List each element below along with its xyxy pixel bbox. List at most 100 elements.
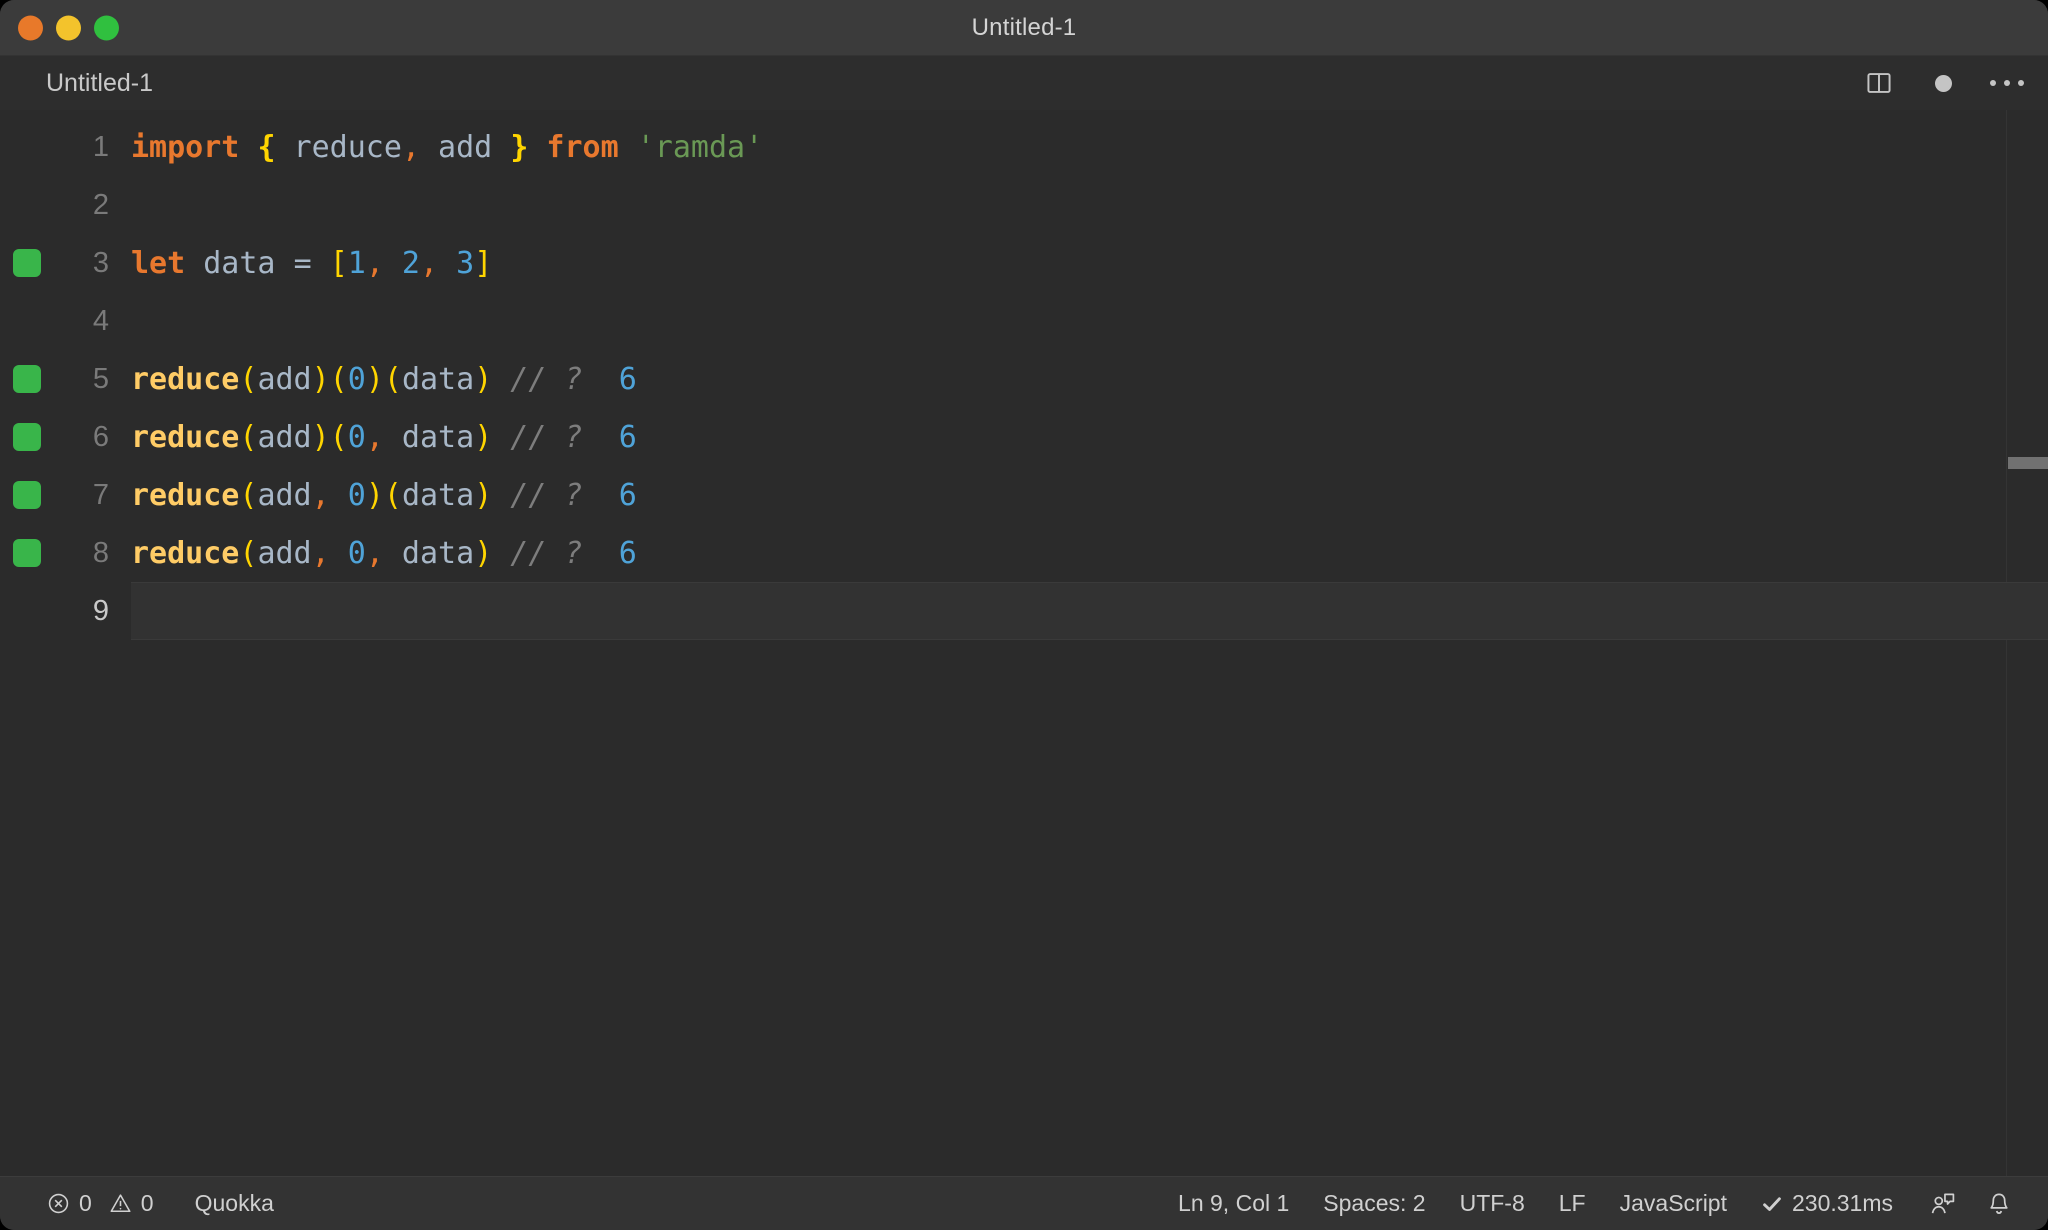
line-content[interactable]: reduce(add, 0)(data) // ? 6 — [131, 466, 2048, 524]
quokka-value: 6 — [618, 477, 637, 513]
more-actions-icon[interactable] — [1990, 68, 2024, 98]
window-controls — [18, 15, 119, 40]
token-number-1: 1 — [347, 245, 366, 281]
quokka-coverage-marker — [13, 423, 41, 451]
token-function-reduce: reduce — [131, 361, 240, 397]
token-comment: // ? — [492, 535, 583, 571]
token-comma: , — [311, 477, 330, 513]
token-arg-zero: 0 — [329, 535, 366, 571]
token-function-reduce: reduce — [131, 477, 240, 513]
tab-untitled-1[interactable]: Untitled-1 — [0, 56, 179, 110]
token-arg-zero: 0 — [347, 419, 366, 455]
quokka-status[interactable]: Quokka — [171, 1177, 291, 1230]
tab-bar: Untitled-1 — [0, 56, 2048, 110]
token-operator-eq: = — [293, 245, 330, 281]
encoding-label: UTF-8 — [1459, 1190, 1525, 1216]
token-keyword-let: let — [131, 245, 186, 281]
token-comment: // ? — [492, 419, 583, 455]
token-paren: )( — [365, 477, 402, 513]
line-content[interactable] — [131, 582, 2048, 640]
quokka-coverage-marker — [13, 539, 41, 567]
token-id-reduce: reduce — [275, 129, 402, 165]
token-comment: // ? — [492, 477, 583, 513]
line-content[interactable] — [131, 176, 2048, 234]
eol-label: LF — [1558, 1190, 1586, 1216]
quokka-coverage-marker — [13, 249, 41, 277]
line-content[interactable]: reduce(add)(0, data) // ? 6 — [131, 408, 2048, 466]
token-paren: ( — [239, 361, 258, 397]
line-content[interactable]: let data = [1, 2, 3] — [131, 234, 2048, 292]
token-paren: ( — [239, 419, 258, 455]
code-line[interactable]: 6 reduce(add)(0, data) // ? 6 — [0, 408, 2048, 466]
eol-status[interactable]: LF — [1542, 1177, 1603, 1230]
language-mode-status[interactable]: JavaScript — [1603, 1177, 1744, 1230]
line-content[interactable]: reduce(add)(0)(data) // ? 6 — [131, 350, 2048, 408]
line-content[interactable]: import { reduce, add } from 'ramda' — [131, 118, 2048, 176]
run-time-status[interactable]: 230.31ms — [1744, 1177, 1910, 1230]
run-time-label: 230.31ms — [1791, 1190, 1893, 1216]
token-paren: ) — [474, 535, 493, 571]
token-arg-zero: 0 — [329, 477, 366, 513]
window-titlebar: Untitled-1 — [0, 0, 2048, 56]
token-comma: , — [311, 535, 330, 571]
token-paren: )( — [311, 361, 348, 397]
tab-label: Untitled-1 — [46, 68, 153, 97]
token-bracket-open: [ — [329, 245, 348, 281]
token-arg-add: add — [257, 419, 312, 455]
token-arg-data: data — [383, 419, 475, 455]
encoding-status[interactable]: UTF-8 — [1443, 1177, 1542, 1230]
token-comma: , — [401, 129, 420, 165]
code-line[interactable]: 3 let data = [1, 2, 3] — [0, 234, 2048, 292]
token-brace-open: { — [257, 129, 276, 165]
line-content[interactable] — [131, 292, 2048, 350]
token-number-2: 2 — [383, 245, 420, 281]
quokka-value: 6 — [618, 535, 637, 571]
cursor-position-status[interactable]: Ln 9, Col 1 — [1161, 1177, 1306, 1230]
code-line[interactable]: 1 import { reduce, add } from 'ramda' — [0, 118, 2048, 176]
language-mode-label: JavaScript — [1619, 1190, 1727, 1216]
token-keyword-import: import — [131, 129, 240, 165]
zoom-button[interactable] — [94, 15, 119, 40]
token-paren: ) — [474, 361, 493, 397]
split-editor-icon[interactable] — [1864, 68, 1894, 98]
quokka-value: 6 — [618, 419, 637, 455]
quokka-coverage-marker — [13, 481, 41, 509]
error-count: 0 — [79, 1190, 92, 1216]
line-content[interactable]: reduce(add, 0, data) // ? 6 — [131, 524, 2048, 582]
line-number: 9 — [92, 594, 109, 627]
cursor-position-label: Ln 9, Col 1 — [1178, 1190, 1290, 1216]
token-id-add: add — [420, 129, 511, 165]
code-line[interactable]: 4 — [0, 292, 2048, 350]
problems-status[interactable]: 0 0 — [30, 1177, 171, 1230]
token-comment: // ? — [492, 361, 583, 397]
code-line[interactable]: 8 reduce(add, 0, data) // ? 6 — [0, 524, 2048, 582]
code-line[interactable]: 2 — [0, 176, 2048, 234]
token-comma: , — [365, 245, 384, 281]
line-number: 4 — [92, 304, 109, 337]
code-line[interactable]: 5 reduce(add)(0)(data) // ? 6 — [0, 350, 2048, 408]
minimize-button[interactable] — [56, 15, 81, 40]
warning-count: 0 — [140, 1190, 154, 1216]
code-line[interactable]: 7 reduce(add, 0)(data) // ? 6 — [0, 466, 2048, 524]
feedback-button[interactable] — [1910, 1177, 1976, 1230]
token-paren: ) — [474, 419, 493, 455]
code-line-active[interactable]: 9 — [0, 582, 2048, 640]
check-icon — [1761, 1193, 1783, 1215]
code-editor[interactable]: 1 import { reduce, add } from 'ramda' 2 … — [0, 110, 2048, 1176]
quokka-coverage-marker — [13, 365, 41, 393]
token-id-data: data — [185, 245, 294, 281]
line-number: 2 — [92, 188, 109, 221]
indentation-label: Spaces: 2 — [1323, 1190, 1426, 1216]
close-button[interactable] — [18, 15, 43, 40]
token-arg-zero: 0 — [347, 361, 366, 397]
indentation-status[interactable]: Spaces: 2 — [1306, 1177, 1442, 1230]
token-paren: ) — [474, 477, 493, 513]
line-number: 1 — [92, 130, 109, 163]
token-function-reduce: reduce — [131, 419, 240, 455]
status-bar: 0 0 Quokka Ln 9, Col 1 Spaces: 2 UTF-8 L… — [0, 1176, 2048, 1230]
token-number-3: 3 — [438, 245, 475, 281]
code-content[interactable]: 1 import { reduce, add } from 'ramda' 2 … — [0, 110, 2048, 640]
unsaved-indicator[interactable] — [1928, 68, 1958, 98]
token-paren: ( — [239, 477, 258, 513]
notifications-button[interactable] — [1976, 1177, 2026, 1230]
